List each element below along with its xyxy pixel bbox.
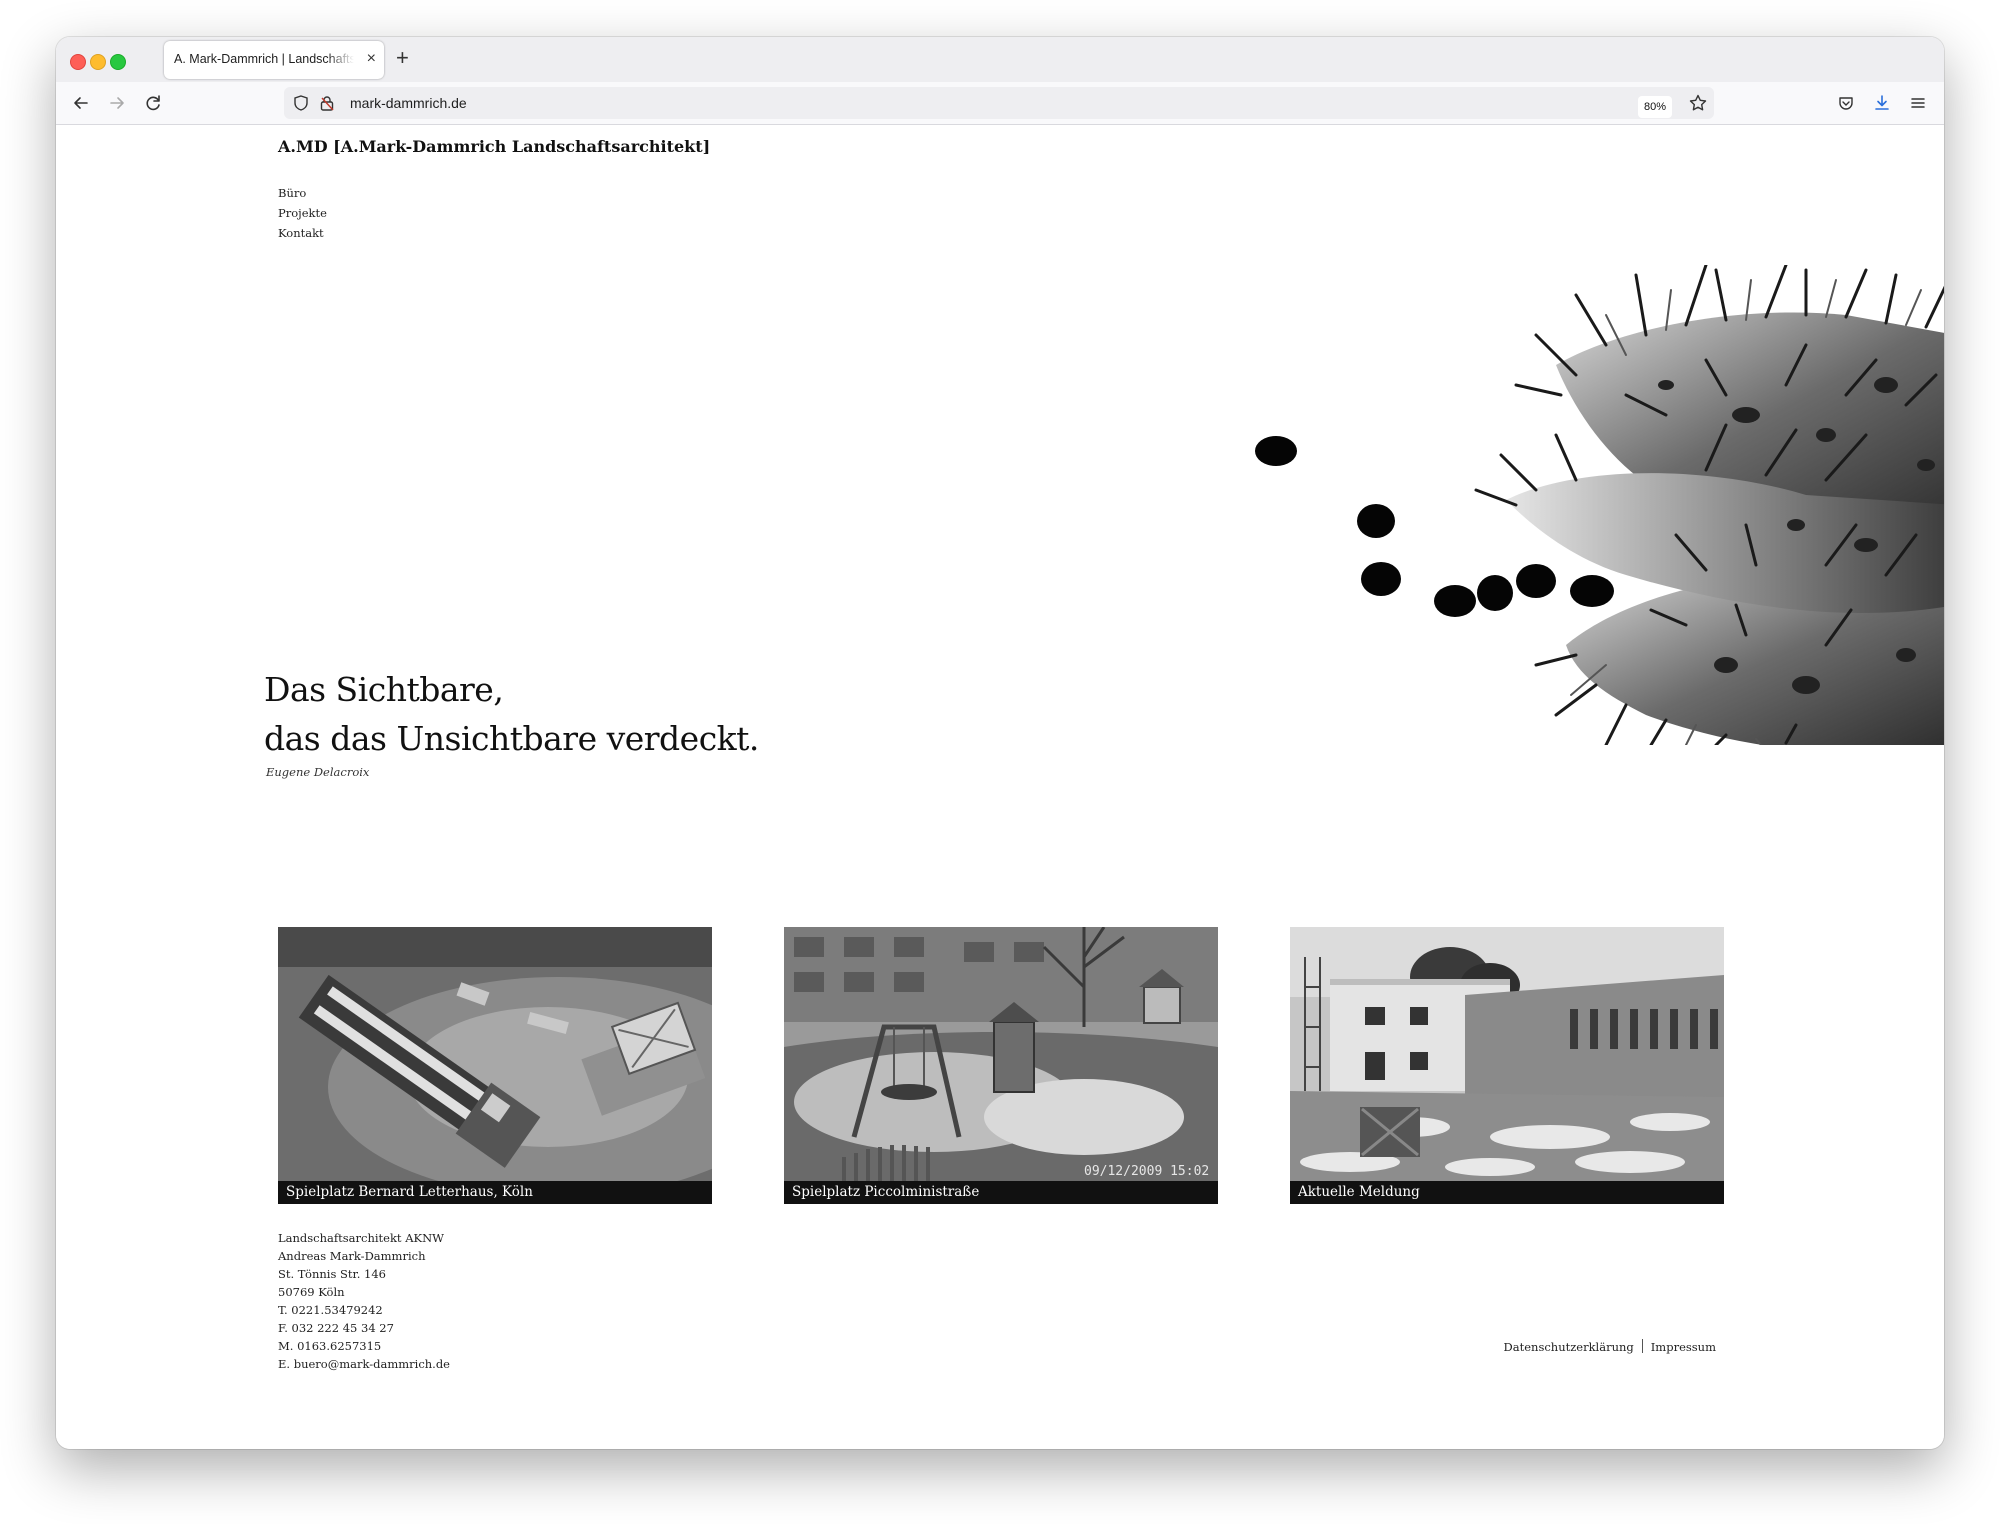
- project-card-piccolministrasse[interactable]: 09/12/2009 15:02 Spielplatz Piccolminist…: [784, 927, 1218, 1204]
- phone-line: T. 0221.53479242: [278, 1303, 383, 1317]
- hero-quote: Das Sichtbare, das das Unsichtbare verde…: [264, 665, 759, 763]
- chestnut-husk-illustration: [1255, 265, 1944, 745]
- zoom-window-button[interactable]: [110, 54, 126, 70]
- zoom-level-badge[interactable]: 80%: [1638, 96, 1672, 118]
- project-photo-fire-truck-playground: [278, 927, 712, 1181]
- project-card-aktuelle-meldung[interactable]: Aktuelle Meldung: [1290, 927, 1724, 1204]
- mobile-line: M. 0163.6257315: [278, 1339, 382, 1353]
- site-menu: Büro Projekte Kontakt: [278, 183, 327, 243]
- reload-icon[interactable]: [140, 90, 166, 116]
- lock-icon[interactable]: [318, 94, 336, 112]
- link-separator: [1641, 1339, 1643, 1353]
- tab-title: A. Mark-Dammrich | Landschaftsarchitekt: [174, 52, 354, 66]
- fax-line: F. 032 222 45 34 27: [278, 1321, 394, 1335]
- project-photo-swing-playground: 09/12/2009 15:02: [784, 927, 1218, 1181]
- project-caption[interactable]: Aktuelle Meldung: [1290, 1181, 1724, 1204]
- privacy-link[interactable]: Datenschutzerklärung: [1504, 1340, 1634, 1354]
- seed-dot: [1434, 585, 1476, 617]
- navigation-bar: mark-dammrich.de 80%: [56, 82, 1944, 125]
- seed-dot: [1361, 562, 1401, 596]
- shield-icon[interactable]: [292, 94, 310, 112]
- brand-full-name: [A.Mark-Dammrich Landschaftsarchitekt]: [333, 137, 711, 156]
- seed-dot: [1255, 436, 1297, 466]
- address-line: Landschaftsarchitekt AKNW: [278, 1231, 444, 1245]
- site-brand[interactable]: A.MD [A.Mark-Dammrich Landschaftsarchite…: [278, 137, 710, 156]
- back-arrow-icon[interactable]: [68, 90, 94, 116]
- menu-item-buero[interactable]: Büro: [278, 183, 327, 203]
- hamburger-menu-icon[interactable]: [1908, 93, 1928, 113]
- address-line: Andreas Mark-Dammrich: [278, 1249, 426, 1263]
- project-caption[interactable]: Spielplatz Bernard Letterhaus, Köln: [278, 1181, 712, 1204]
- browser-window: A. Mark-Dammrich | Landschaftsarchitekt …: [56, 37, 1944, 1449]
- seed-dot: [1477, 575, 1513, 611]
- pocket-icon[interactable]: [1836, 93, 1856, 113]
- quote-line-2: das das Unsichtbare verdeckt.: [264, 719, 759, 758]
- quote-author: Eugene Delacroix: [266, 765, 370, 779]
- imprint-link[interactable]: Impressum: [1651, 1340, 1716, 1354]
- email-line[interactable]: E. buero@mark-dammrich.de: [278, 1355, 450, 1373]
- url-text[interactable]: mark-dammrich.de: [350, 95, 467, 111]
- brand-abbreviation: A.MD: [278, 137, 328, 156]
- minimize-window-button[interactable]: [90, 54, 106, 70]
- tab-close-icon[interactable]: ×: [367, 49, 376, 69]
- browser-tab[interactable]: A. Mark-Dammrich | Landschaftsarchitekt …: [164, 41, 384, 79]
- tab-bar: A. Mark-Dammrich | Landschaftsarchitekt …: [56, 37, 1944, 82]
- quote-line-1: Das Sichtbare,: [264, 670, 504, 709]
- bookmark-star-icon[interactable]: [1688, 93, 1708, 113]
- address-bar[interactable]: mark-dammrich.de: [284, 87, 1714, 119]
- web-page: A.MD [A.Mark-Dammrich Landschaftsarchite…: [56, 125, 1944, 1449]
- project-card-letterhaus[interactable]: Spielplatz Bernard Letterhaus, Köln: [278, 927, 712, 1204]
- address-line: St. Tönnis Str. 146: [278, 1267, 387, 1281]
- new-tab-button[interactable]: +: [396, 45, 409, 71]
- close-window-button[interactable]: [70, 54, 86, 70]
- forward-arrow-icon[interactable]: [104, 90, 130, 116]
- project-caption[interactable]: Spielplatz Piccolministraße: [784, 1181, 1218, 1204]
- footer-links: Datenschutzerklärung Impressum: [1504, 1339, 1716, 1354]
- download-icon[interactable]: [1872, 93, 1892, 113]
- address-line: 50769 Köln: [278, 1285, 345, 1299]
- seed-dot: [1516, 564, 1556, 598]
- project-photo-building: [1290, 927, 1724, 1181]
- seed-dot: [1570, 575, 1614, 607]
- seed-dot: [1357, 504, 1395, 538]
- menu-item-projekte[interactable]: Projekte: [278, 203, 327, 223]
- photo-timestamp: 09/12/2009 15:02: [1084, 1164, 1209, 1179]
- menu-item-kontakt[interactable]: Kontakt: [278, 223, 327, 243]
- footer-address: Landschaftsarchitekt AKNW Andreas Mark-D…: [278, 1229, 450, 1373]
